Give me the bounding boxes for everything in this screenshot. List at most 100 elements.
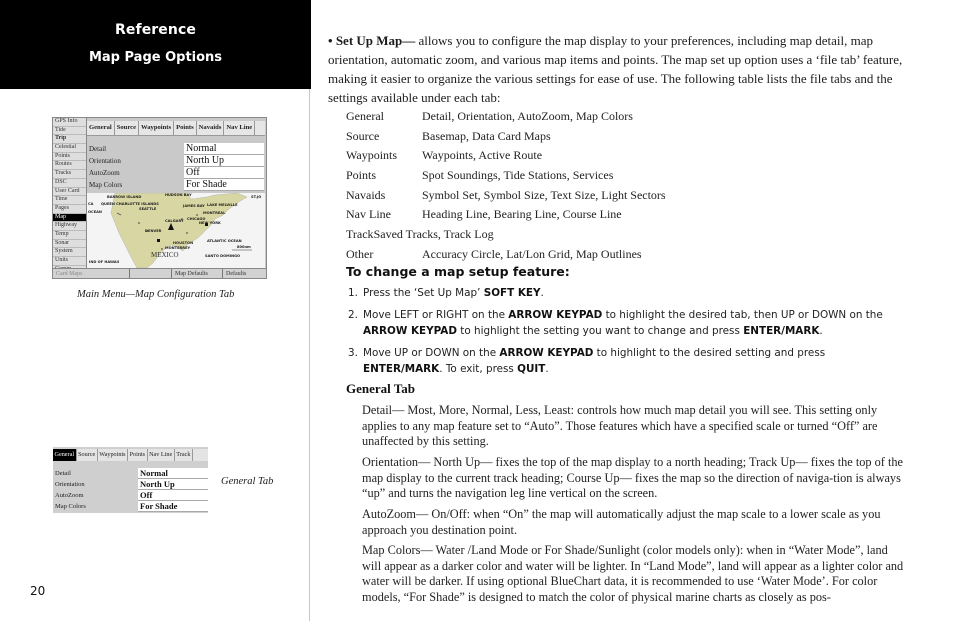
table-tab-name: General	[346, 109, 384, 123]
key-name: ENTER/MARK	[363, 363, 440, 375]
setting-row: AutoZoom Off	[87, 167, 265, 179]
tab-track: Track	[175, 449, 193, 461]
tab-nav-line: Nav Line	[148, 449, 175, 461]
setting-row: AutoZoom Off	[53, 490, 208, 501]
table-tab-name: Other	[346, 246, 374, 261]
map-preview: BARROW ISLAND QUEEN CHARLOTTE ISLANDS HU…	[87, 193, 265, 268]
map-label: DENVER	[145, 229, 162, 233]
setting-row: Map Colors For Shade	[87, 179, 265, 191]
procedure-step: 1. Press the ‘Set Up Map’ SOFT KEY.	[346, 285, 906, 301]
table-row: Other Accuracy Circle, Lat/Lon Grid, Map …	[346, 245, 642, 265]
setting-row: Orientation North Up	[87, 155, 265, 167]
intro-lead: Set Up Map—	[335, 33, 416, 48]
table-tab-name: Waypoints	[346, 148, 398, 163]
table-tab-settings: Saved Tracks, Track Log	[373, 227, 494, 242]
table-row: Nav Line Heading Line, Bearing Line, Cour…	[346, 205, 622, 225]
menu-item: Routes	[53, 161, 86, 171]
table-tab-name: Source	[346, 128, 380, 143]
map-config-screenshot: GPS Info Tide Trip Celestial Points Routes Tra…	[52, 117, 267, 279]
tab-general: General	[53, 449, 77, 461]
menu-item: Map	[53, 213, 86, 223]
step-text: to highlight the desired tab, then UP or…	[602, 309, 883, 321]
table-row: General Detail, Orientation, AutoZoom, Ma…	[346, 107, 633, 127]
tab-points: Points	[128, 449, 148, 461]
section-subtitle: Map Page Options	[88, 50, 223, 65]
setting-label: Orientation	[55, 481, 85, 488]
menu-item: Trip	[53, 135, 86, 145]
key-name: QUIT	[517, 363, 546, 375]
menu-item: DSC	[53, 179, 86, 188]
table-tab-settings: Waypoints, Active Route	[422, 148, 543, 163]
table-tab-name: Nav Line	[346, 207, 391, 222]
step-text: to highlight to the desired setting and …	[593, 347, 826, 359]
step-text: Press the ‘Set Up Map’	[363, 287, 484, 299]
procedure-step: 2. Move LEFT or RIGHT on the ARROW KEYPAD…	[346, 307, 906, 339]
map-label: OCEAN	[88, 210, 102, 214]
table-tab-settings: Accuracy Circle, Lat/Lon Grid, Map Outli…	[422, 246, 642, 261]
menu-item: System	[53, 248, 86, 257]
column-divider	[309, 89, 310, 621]
figure-caption: Main Menu—Map Configuration Tab	[77, 289, 235, 300]
menu-item: Time	[53, 196, 86, 205]
key-name: ENTER/MARK	[743, 325, 820, 337]
map-scale: 800nm	[237, 245, 251, 249]
menu-item: Points	[53, 153, 86, 162]
waypoint-icon	[157, 239, 160, 242]
step-text: .	[545, 363, 549, 375]
setting-value: Off	[184, 167, 264, 179]
tab-general: General	[87, 121, 115, 135]
procedure-steps: 1. Press the ‘Set Up Map’ SOFT KEY. 2. Move…	[346, 285, 906, 383]
section-header: Reference Map Page Options	[0, 0, 311, 89]
map-label: ATLANTIC OCEAN	[207, 239, 242, 243]
step-text: . To exit, press	[439, 363, 518, 375]
general-tabs: General Source Waypoints Points Nav Line Trac…	[53, 449, 208, 461]
tab-navaids: Navaids	[197, 121, 225, 135]
autozoom-description: AutoZoom— On/Off: when “On” the map will…	[362, 507, 881, 537]
setting-label: AutoZoom	[89, 169, 120, 177]
setting-value: Normal	[184, 143, 264, 155]
key-name: ARROW KEYPAD	[508, 309, 603, 321]
map-label: QUEEN CHARLOTTE ISLANDS	[101, 202, 159, 206]
map-label: MONTREAL	[203, 211, 226, 215]
screen-softkeys: Card Maps Map Defaults Defaults	[53, 268, 266, 278]
figure-caption: General Tab	[221, 476, 274, 487]
map-label: IND OF HAWAII	[89, 260, 120, 264]
tab-source: Source	[115, 121, 140, 135]
key-name: SOFT KEY	[483, 287, 541, 299]
tab-points: Points	[174, 121, 197, 135]
table-row: Navaids Symbol Set, Symbol Size, Text Siz…	[346, 186, 666, 206]
setting-label: AutoZoom	[55, 492, 84, 499]
menu-item: Tide	[53, 127, 86, 136]
key-name: ARROW KEYPAD	[363, 325, 457, 337]
step-number: 3.	[348, 347, 358, 359]
menu-item: Units	[53, 257, 86, 266]
tab-source: Source	[77, 449, 98, 461]
table-tab-name: Track	[346, 227, 374, 242]
general-tab-screenshot: General Source Waypoints Points Nav Line Trac…	[53, 447, 208, 513]
step-text: .	[819, 325, 823, 337]
tab-waypoints: Waypoints	[98, 449, 129, 461]
menu-item: GPS Info	[53, 118, 86, 127]
main-menu-list: GPS Info Tide Trip Celestial Points Routes Tra…	[53, 118, 87, 278]
setting-label: Detail	[89, 145, 107, 153]
map-label: ST.JO	[251, 195, 262, 199]
setting-value: Off	[138, 490, 208, 501]
setting-label: Map Colors	[55, 503, 86, 510]
map-label-mexico: MEXICO	[151, 251, 179, 259]
setting-row: Detail Normal	[53, 468, 208, 479]
table-tab-settings: Symbol Set, Symbol Size, Text Size, Ligh…	[422, 187, 666, 202]
menu-item: Temp	[53, 231, 86, 240]
table-tab-name: Navaids	[346, 187, 386, 202]
table-tab-settings: Basemap, Data Card Maps	[422, 128, 551, 143]
tab-waypoints: Waypoints	[139, 121, 175, 135]
setting-row: Map Colors For Shade	[53, 501, 208, 512]
map-label: LAKE MELVILLE	[207, 203, 238, 207]
table-row: TrackSaved Tracks, Track Log	[346, 225, 494, 245]
orientation-description: Orientation— North Up— fixes the top of …	[362, 455, 903, 501]
table-row: Waypoints Waypoints, Active Route	[346, 146, 542, 166]
menu-item: Pages	[53, 205, 86, 214]
setting-row: Orientation North Up	[53, 479, 208, 490]
table-row: Source Basemap, Data Card Maps	[346, 127, 551, 147]
tab-nav-line: Nav Line	[224, 121, 256, 135]
setting-value: North Up	[138, 479, 208, 490]
